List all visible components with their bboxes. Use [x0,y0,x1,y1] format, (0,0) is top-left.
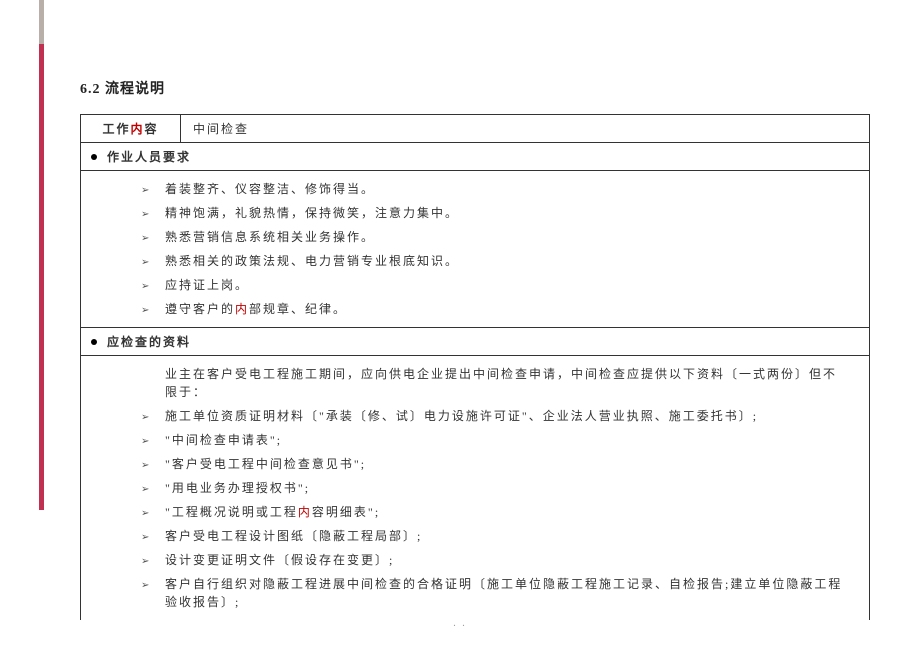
list-item: ➢ "中间检查申请表"; [141,428,849,452]
triangle-icon: ➢ [141,506,151,521]
list-item-text: "用电业务办理授权书"; [165,479,310,497]
process-table: 工作内容 中间检查 作业人员要求 ➢ 着装整齐、仪容整洁、修饰得当。 ➢ 精神饱满，礼… [80,114,870,620]
list-item: ➢ "工程概况说明或工程内容明细表"; [141,500,849,524]
list-item: ➢ 熟悉营销信息系统相关业务操作。 [141,225,849,249]
page-number: . . [0,618,920,629]
section-personnel-requirements: 作业人员要求 [81,143,870,171]
triangle-icon: ➢ [141,255,151,270]
list-item-text: 设计变更证明文件〔假设存在变更〕; [165,551,394,569]
list-item: ➢ "客户受电工程中间检查意见书"; [141,452,849,476]
personnel-requirements-list: ➢ 着装整齐、仪容整洁、修饰得当。 ➢ 精神饱满，礼貌热情，保持微笑，注意力集中。 ➢ 熟… [81,171,870,328]
triangle-icon: ➢ [141,231,151,246]
list-item-text: 施工单位资质证明材料〔"承装〔修、试〕电力设施许可证"、企业法人营业执照、施工委… [165,407,758,425]
bullet-icon [91,339,97,345]
triangle-icon: ➢ [141,530,151,545]
list-item: ➢ 施工单位资质证明材料〔"承装〔修、试〕电力设施许可证"、企业法人营业执照、施工… [141,404,849,428]
document-page: 6.2 流程说明 工作内容 中间检查 作业人员要求 ➢ 着装整齐、仪容整洁、修饰得… [0,0,920,620]
list-item: ➢ 着装整齐、仪容整洁、修饰得当。 [141,177,849,201]
list-item-text: "中间检查申请表"; [165,431,282,449]
list-item: ➢ 客户受电工程设计图纸〔隐蔽工程局部〕; [141,524,849,548]
intro-text: 业主在客户受电工程施工期间，应向供电企业提出中间检查申请，中间检查应提供以下资料… [141,362,849,404]
triangle-icon: ➢ [141,578,151,593]
list-item-text: "客户受电工程中间检查意见书"; [165,455,366,473]
list-item-text: 熟悉相关的政策法规、电力营销专业根底知识。 [165,252,459,270]
list-item-text: "工程概况说明或工程内容明细表"; [165,503,380,521]
list-item-text: 客户自行组织对隐蔽工程进展中间检查的合格证明〔施工单位隐蔽工程施工记录、自检报告… [165,575,849,611]
list-item-text: 应持证上岗。 [165,276,249,294]
list-item: ➢ 应持证上岗。 [141,273,849,297]
triangle-icon: ➢ [141,410,151,425]
list-item-text: 熟悉营销信息系统相关业务操作。 [165,228,375,246]
list-item-text: 着装整齐、仪容整洁、修饰得当。 [165,180,375,198]
list-item: ➢ 遵守客户的内部规章、纪律。 [141,297,849,321]
work-content-value: 中间检查 [181,115,870,143]
triangle-icon: ➢ [141,303,151,318]
work-content-label: 工作内容 [81,115,181,143]
section-materials-to-check: 应检查的资料 [81,328,870,356]
triangle-icon: ➢ [141,458,151,473]
triangle-icon: ➢ [141,183,151,198]
triangle-icon: ➢ [141,434,151,449]
list-item-text: 客户受电工程设计图纸〔隐蔽工程局部〕; [165,527,422,545]
triangle-icon: ➢ [141,207,151,222]
section-title: 应检查的资料 [107,333,191,350]
list-item: ➢ 精神饱满，礼貌热情，保持微笑，注意力集中。 [141,201,849,225]
list-item: ➢ "用电业务办理授权书"; [141,476,849,500]
triangle-icon: ➢ [141,554,151,569]
list-item: ➢ 客户自行组织对隐蔽工程进展中间检查的合格证明〔施工单位隐蔽工程施工记录、自检报… [141,572,849,614]
list-item-text: 精神饱满，礼貌热情，保持微笑，注意力集中。 [165,204,459,222]
list-item: ➢ 熟悉相关的政策法规、电力营销专业根底知识。 [141,249,849,273]
bullet-icon [91,154,97,160]
triangle-icon: ➢ [141,279,151,294]
section-title: 作业人员要求 [107,148,191,165]
section-heading: 6.2 流程说明 [80,78,870,98]
list-item: ➢ 设计变更证明文件〔假设存在变更〕; [141,548,849,572]
header-row: 工作内容 中间检查 [81,115,870,143]
left-accent [39,0,44,510]
materials-list: 业主在客户受电工程施工期间，应向供电企业提出中间检查申请，中间检查应提供以下资料… [81,356,870,621]
triangle-icon: ➢ [141,482,151,497]
list-item-text: 遵守客户的内部规章、纪律。 [165,300,347,318]
